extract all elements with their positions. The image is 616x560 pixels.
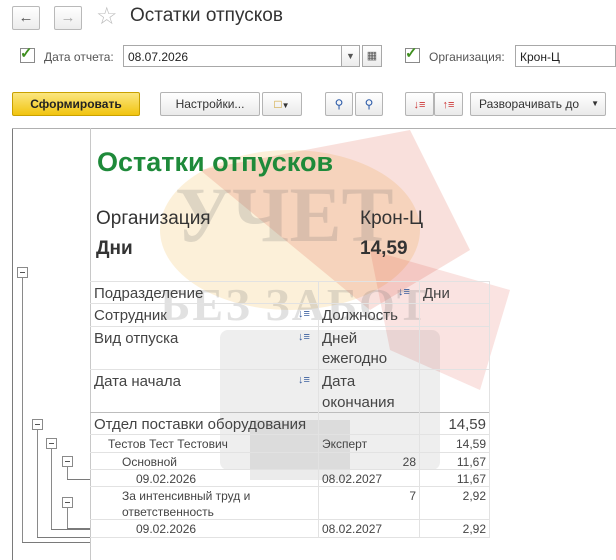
grid-line — [90, 519, 490, 520]
row-leave-extra-2: ответственность — [122, 505, 214, 519]
arrow-right-icon: → — [60, 9, 76, 26]
grid-col — [489, 281, 490, 537]
sort-icon[interactable]: ↓≡ — [398, 286, 410, 298]
grid-line — [90, 281, 490, 282]
sort-icon[interactable]: ↓≡ — [298, 374, 310, 386]
checkmark-icon: ✓ — [20, 45, 33, 62]
header-start-date[interactable]: Дата начала — [94, 371, 181, 392]
chevron-down-icon: ▼ — [281, 101, 290, 110]
tree-toggle-employee[interactable] — [46, 438, 57, 449]
window-title: Остатки отпусков — [130, 5, 283, 26]
report-gutter-line — [90, 128, 91, 560]
header-per-year-2[interactable]: ежегодно — [322, 348, 387, 369]
org-label: Организация: — [429, 50, 505, 64]
grid-line — [90, 537, 490, 538]
grid-col — [419, 281, 420, 537]
row-leave-main-days: 11,67 — [456, 455, 486, 469]
grid-col — [318, 281, 319, 537]
tree-toggle-root[interactable] — [17, 267, 28, 278]
days-key: Дни — [96, 238, 133, 259]
row-leave-extra-end: 08.02.2027 — [322, 522, 383, 536]
header-department[interactable]: Подразделение — [94, 283, 203, 304]
tree-toggle-leave-2[interactable] — [62, 497, 73, 508]
sort-icon[interactable]: ↓≡ — [298, 308, 310, 320]
org-checkbox[interactable]: ✓ — [405, 45, 420, 63]
tree-line — [67, 479, 90, 480]
sort-icon[interactable]: ↓≡ — [298, 331, 310, 343]
tree-line — [51, 449, 52, 529]
row-leave-main-per-year: 28 — [402, 455, 416, 469]
grid-line — [90, 486, 490, 487]
row-leave-main-start: 09.02.2026 — [136, 472, 197, 486]
header-leave-type[interactable]: Вид отпуска — [94, 328, 178, 349]
days-value: 14,59 — [360, 238, 408, 259]
tree-line — [22, 542, 90, 543]
star-icon[interactable]: ☆ — [96, 2, 118, 31]
header-end-date-1[interactable]: Дата — [322, 371, 355, 392]
date-field[interactable]: 08.07.2026 — [123, 45, 343, 67]
row-department: Отдел поставки оборудования — [94, 416, 307, 433]
header-end-date-2[interactable]: окончания — [322, 392, 395, 413]
row-employee-position: Эксперт — [322, 437, 368, 451]
grid-line — [90, 452, 490, 453]
chevron-down-icon: ▼ — [346, 51, 355, 61]
header-position[interactable]: Должность — [322, 305, 398, 326]
report-title: Остатки отпусков — [97, 147, 334, 177]
report-frame-left — [12, 128, 13, 560]
grid-line — [90, 369, 490, 370]
tree-line — [67, 528, 90, 529]
row-leave-main-sub-days: 11,67 — [456, 472, 486, 486]
generate-button[interactable]: Сформировать — [12, 92, 140, 116]
search-icon: ⚲ — [334, 97, 344, 111]
grid-line — [90, 326, 490, 327]
grid-line — [90, 469, 490, 470]
forward-button[interactable]: → — [54, 6, 82, 30]
date-checkbox[interactable]: ✓ — [20, 45, 35, 63]
row-department-days: 14,59 — [448, 416, 486, 433]
header-days[interactable]: Дни — [423, 283, 450, 304]
date-dropdown-button[interactable]: ▼ — [341, 45, 360, 67]
search-cancel-icon: ⚲ — [364, 97, 374, 111]
tree-line — [37, 430, 38, 537]
expand-to-label: Разворачивать до — [479, 97, 580, 111]
row-employee-days: 14,59 — [455, 437, 486, 451]
chevron-down-icon: ▼ — [591, 99, 599, 108]
tree-line — [67, 508, 68, 528]
row-leave-extra-days: 2,92 — [462, 489, 486, 503]
date-label: Дата отчета: — [44, 50, 114, 64]
org-value: Крон-Ц — [360, 208, 424, 229]
row-employee: Тестов Тест Тестович — [108, 437, 228, 451]
org-field[interactable]: Крон-Ц — [515, 45, 616, 67]
tree-toggle-leave-1[interactable] — [62, 456, 73, 467]
row-leave-extra-1: За интенсивный труд и — [122, 489, 251, 503]
calendar-icon: ▦ — [366, 50, 378, 62]
back-button[interactable]: ← — [12, 6, 40, 30]
row-leave-extra-start: 09.02.2026 — [136, 522, 197, 536]
row-leave-main-end: 08.02.2027 — [322, 472, 383, 486]
folder-icon: □ — [274, 97, 282, 111]
tree-line — [51, 529, 90, 530]
arrow-left-icon: ← — [18, 9, 34, 26]
tree-toggle-dept[interactable] — [32, 419, 43, 430]
row-leave-main: Основной — [122, 455, 178, 469]
tree-line — [22, 278, 23, 542]
checkmark-icon: ✓ — [405, 45, 418, 62]
row-leave-extra-sub-days: 2,92 — [462, 522, 486, 536]
row-leave-extra-per-year: 7 — [409, 489, 416, 503]
grid-line — [90, 412, 490, 413]
header-per-year-1[interactable]: Дней — [322, 328, 357, 349]
org-key: Организация — [96, 208, 211, 229]
header-employee[interactable]: Сотрудник — [94, 305, 167, 326]
calendar-button[interactable]: ▦ — [362, 45, 382, 67]
tree-line — [37, 537, 90, 538]
tree-line — [67, 467, 68, 479]
